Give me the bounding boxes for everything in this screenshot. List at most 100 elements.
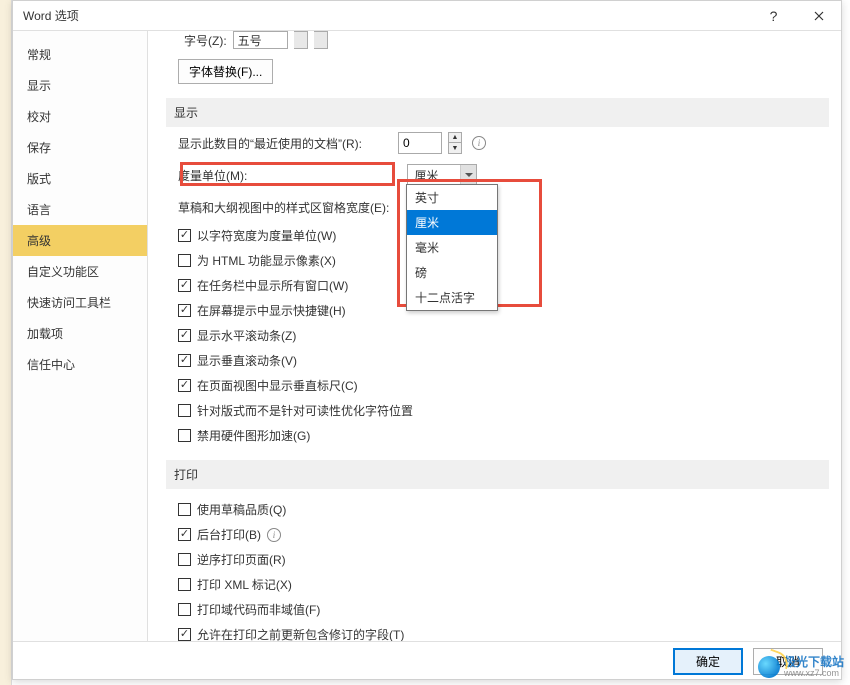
spinner-down-icon[interactable]: ▼ — [448, 143, 462, 154]
checkbox[interactable] — [178, 404, 191, 417]
titlebar: Word 选项 ? — [13, 1, 841, 31]
watermark-text: 极光下载站 www.xz7.com — [784, 656, 844, 679]
checkbox[interactable] — [178, 429, 191, 442]
measure-unit-select[interactable]: 厘米 — [407, 164, 477, 186]
sidebar-item-proofing[interactable]: 校对 — [13, 101, 147, 132]
chevron-down-icon — [460, 165, 476, 185]
sidebar-item-qat[interactable]: 快速访问工具栏 — [13, 287, 147, 318]
cb-print-field-codes: 打印域代码而非域值(F) — [166, 597, 837, 622]
background-edge — [0, 0, 12, 685]
dialog-body: 常规 显示 校对 保存 版式 语言 高级 自定义功能区 快速访问工具栏 加载项 … — [13, 31, 841, 641]
checkbox[interactable] — [178, 354, 191, 367]
recent-docs-spinner: ▲ ▼ — [448, 132, 462, 154]
font-substitute-button[interactable]: 字体替换(F)... — [178, 59, 273, 84]
checkbox[interactable] — [178, 279, 191, 292]
cb-disable-hw-accel: 禁用硬件图形加速(G) — [166, 423, 837, 448]
sidebar-item-layout[interactable]: 版式 — [13, 163, 147, 194]
help-button[interactable]: ? — [751, 1, 796, 31]
measure-unit-label: 度量单位(M): — [178, 167, 247, 184]
watermark-logo-icon — [758, 656, 780, 678]
cb-v-ruler: 在页面视图中显示垂直标尺(C) — [166, 373, 837, 398]
sidebar-item-customize-ribbon[interactable]: 自定义功能区 — [13, 256, 147, 287]
cb-label[interactable]: 在任务栏中显示所有窗口(W) — [197, 277, 348, 294]
sidebar: 常规 显示 校对 保存 版式 语言 高级 自定义功能区 快速访问工具栏 加载项 … — [13, 31, 148, 641]
checkbox[interactable] — [178, 329, 191, 342]
scroll-area[interactable]: 字号(Z): 五号 字体替换(F)... 显示 显示此数目的“最近使用的文档”(… — [166, 31, 841, 641]
cb-html-pixels: 为 HTML 功能显示像素(X) — [166, 248, 837, 273]
cb-v-scrollbar: 显示垂直滚动条(V) — [166, 348, 837, 373]
section-display-header: 显示 — [166, 98, 829, 127]
measure-unit-value: 厘米 — [414, 167, 438, 184]
cb-print-xml: 打印 XML 标记(X) — [166, 572, 837, 597]
window-title: Word 选项 — [23, 7, 751, 24]
dropdown-item-cm[interactable]: 厘米 — [407, 210, 497, 235]
draft-width-label: 草稿和大纲视图中的样式区窗格宽度(E): — [178, 199, 389, 216]
font-size-label: 字号(Z): — [184, 32, 227, 49]
checkbox[interactable] — [178, 578, 191, 591]
watermark-url: www.xz7.com — [784, 669, 844, 679]
dropdown-item-pt[interactable]: 磅 — [407, 260, 497, 285]
cb-label[interactable]: 显示垂直滚动条(V) — [197, 352, 297, 369]
cb-draft-quality: 使用草稿品质(Q) — [166, 497, 837, 522]
info-icon[interactable]: i — [267, 528, 281, 542]
word-options-dialog: Word 选项 ? 常规 显示 校对 保存 版式 语言 高级 自定义功能区 快速… — [12, 0, 842, 680]
unit-dropdown[interactable]: 英寸 厘米 毫米 磅 十二点活字 — [406, 184, 498, 311]
checkbox[interactable] — [178, 528, 191, 541]
content-area: 字号(Z): 五号 字体替换(F)... 显示 显示此数目的“最近使用的文档”(… — [148, 31, 841, 641]
recent-docs-label: 显示此数目的“最近使用的文档”(R): — [178, 135, 362, 152]
dropdown-item-mm[interactable]: 毫米 — [407, 235, 497, 260]
font-size-combo[interactable]: 五号 — [233, 31, 288, 49]
checkbox[interactable] — [178, 553, 191, 566]
dialog-footer: 确定 取消 — [13, 641, 841, 681]
cb-label[interactable]: 在页面视图中显示垂直标尺(C) — [197, 377, 358, 394]
font-size-row: 字号(Z): 五号 — [166, 33, 837, 47]
recent-docs-row: 显示此数目的“最近使用的文档”(R): ▲ ▼ i — [166, 127, 837, 159]
checkbox[interactable] — [178, 503, 191, 516]
ok-button[interactable]: 确定 — [673, 648, 743, 675]
checkbox[interactable] — [178, 603, 191, 616]
cb-label[interactable]: 显示水平滚动条(Z) — [197, 327, 296, 344]
cb-reverse-print: 逆序打印页面(R) — [166, 547, 837, 572]
sidebar-item-advanced[interactable]: 高级 — [13, 225, 147, 256]
cb-label[interactable]: 逆序打印页面(R) — [197, 551, 286, 568]
checkbox[interactable] — [178, 628, 191, 641]
cb-label[interactable]: 在屏幕提示中显示快捷键(H) — [197, 302, 346, 319]
cb-background-print: 后台打印(B) i — [166, 522, 837, 547]
sidebar-item-language[interactable]: 语言 — [13, 194, 147, 225]
font-size-spinner[interactable] — [294, 31, 308, 49]
draft-width-row: 草稿和大纲视图中的样式区窗格宽度(E): — [166, 191, 837, 223]
cb-label[interactable]: 后台打印(B) — [197, 526, 261, 543]
dropdown-item-pica[interactable]: 十二点活字 — [407, 285, 497, 310]
section-print-header: 打印 — [166, 460, 829, 489]
sidebar-item-addins[interactable]: 加载项 — [13, 318, 147, 349]
sidebar-item-trust-center[interactable]: 信任中心 — [13, 349, 147, 380]
cb-label[interactable]: 禁用硬件图形加速(G) — [197, 427, 310, 444]
checkbox[interactable] — [178, 304, 191, 317]
cb-optimize-layout: 针对版式而不是针对可读性优化字符位置 — [166, 398, 837, 423]
cb-label[interactable]: 使用草稿品质(Q) — [197, 501, 286, 518]
sidebar-item-save[interactable]: 保存 — [13, 132, 147, 163]
cb-taskbar-windows: 在任务栏中显示所有窗口(W) — [166, 273, 837, 298]
checkbox[interactable] — [178, 229, 191, 242]
cb-label[interactable]: 打印域代码而非域值(F) — [197, 601, 320, 618]
cb-shortcut-tips: 在屏幕提示中显示快捷键(H) — [166, 298, 837, 323]
measure-unit-row: 度量单位(M): 厘米 — [166, 159, 837, 191]
sidebar-item-display[interactable]: 显示 — [13, 70, 147, 101]
cb-label[interactable]: 针对版式而不是针对可读性优化字符位置 — [197, 402, 413, 419]
cb-label[interactable]: 为 HTML 功能显示像素(X) — [197, 252, 336, 269]
cb-label[interactable]: 以字符宽度为度量单位(W) — [197, 227, 336, 244]
sidebar-item-general[interactable]: 常规 — [13, 39, 147, 70]
recent-docs-input[interactable] — [398, 132, 442, 154]
cb-h-scrollbar: 显示水平滚动条(Z) — [166, 323, 837, 348]
dropdown-item-inch[interactable]: 英寸 — [407, 185, 497, 210]
info-icon[interactable]: i — [472, 136, 486, 150]
cb-label[interactable]: 允许在打印之前更新包含修订的字段(T) — [197, 626, 404, 641]
font-size-apply[interactable] — [314, 31, 328, 49]
cb-label[interactable]: 打印 XML 标记(X) — [197, 576, 292, 593]
checkbox[interactable] — [178, 379, 191, 392]
spinner-up-icon[interactable]: ▲ — [448, 132, 462, 143]
cb-update-tracked-fields: 允许在打印之前更新包含修订的字段(T) — [166, 622, 837, 641]
close-button[interactable] — [796, 1, 841, 31]
close-icon — [814, 11, 824, 21]
checkbox[interactable] — [178, 254, 191, 267]
